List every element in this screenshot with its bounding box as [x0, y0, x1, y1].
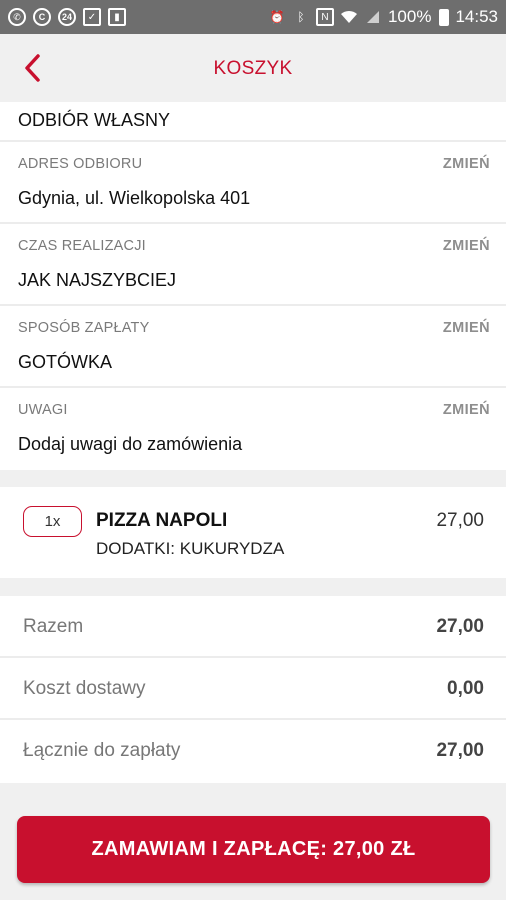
signal-icon	[364, 8, 382, 26]
grand-total-row: Łącznie do zapłaty 27,00	[0, 720, 506, 782]
delivery-cost-value: 0,00	[447, 678, 484, 699]
delivery-cost-label: Koszt dostawy	[23, 678, 146, 699]
subtotal-label: Razem	[23, 616, 84, 637]
totals-section: Razem 27,00 Koszt dostawy 0,00 Łącznie d…	[0, 596, 506, 783]
subtotal-row: Razem 27,00	[0, 596, 506, 658]
payment-value: GOTÓWKA	[18, 352, 112, 372]
24-icon: 24	[58, 8, 76, 26]
status-icons-right: ⏰ ᛒ N 100% 14:53	[268, 7, 498, 27]
item-extras: DODATKI: KUKURYDZA	[96, 539, 285, 558]
status-bar: ✆ C 24 ✓ ▮ ⏰ ᛒ N 100% 14:53	[0, 0, 506, 34]
whatsapp-icon: ✆	[8, 8, 26, 26]
status-icons-left: ✆ C 24 ✓ ▮	[8, 8, 126, 26]
change-time-button[interactable]: ZMIEŃ	[443, 238, 490, 254]
payment-row[interactable]: SPOSÓB ZAPŁATY ZMIEŃ GOTÓWKA	[0, 306, 506, 388]
item-name: PIZZA NAPOLI	[96, 510, 228, 531]
circle-c-icon: C	[33, 8, 51, 26]
checklist-icon: ✓	[83, 8, 101, 26]
battery-icon	[439, 8, 450, 26]
battery-percent: 100%	[387, 7, 432, 26]
address-label: ADRES ODBIORU	[18, 156, 143, 172]
clock: 14:53	[455, 7, 498, 26]
time-value: JAK NAJSZYBCIEJ	[18, 270, 177, 290]
time-row[interactable]: CZAS REALIZACJI ZMIEŃ JAK NAJSZYBCIEJ	[0, 224, 506, 306]
time-label: CZAS REALIZACJI	[18, 238, 146, 254]
page-title: KOSZYK	[213, 58, 293, 79]
item-price: 27,00	[436, 510, 484, 531]
address-row[interactable]: ADRES ODBIORU ZMIEŃ Gdynia, ul. Wielkopo…	[0, 142, 506, 224]
alarm-icon: ⏰	[269, 10, 285, 24]
quantity-badge[interactable]: 1x	[23, 506, 82, 537]
address-value: Gdynia, ul. Wielkopolska 401	[18, 188, 251, 208]
wifi-icon	[340, 8, 358, 26]
delivery-method-value: ODBIÓR WŁASNY	[18, 110, 171, 130]
subtotal-value: 27,00	[436, 616, 484, 637]
pickup-details-section: ODBIÓR WŁASNY ADRES ODBIORU ZMIEŃ Gdynia…	[0, 102, 506, 470]
payment-label: SPOSÓB ZAPŁATY	[18, 320, 150, 336]
change-payment-button[interactable]: ZMIEŃ	[443, 320, 490, 336]
notes-value: Dodaj uwagi do zamówienia	[18, 434, 243, 454]
notes-row[interactable]: UWAGI ZMIEŃ Dodaj uwagi do zamówienia	[0, 388, 506, 470]
nfc-icon: N	[315, 8, 334, 26]
place-order-button[interactable]: ZAMAWIAM I ZAPŁACĘ: 27,00 ZŁ	[17, 816, 490, 883]
change-notes-button[interactable]: ZMIEŃ	[443, 402, 490, 418]
cart-item[interactable]: 1x PIZZA NAPOLI DODATKI: KUKURYDZA 27,00	[0, 487, 506, 578]
delivery-cost-row: Koszt dostawy 0,00	[0, 658, 506, 720]
battery-saver-icon: ▮	[108, 8, 126, 26]
change-address-button[interactable]: ZMIEŃ	[443, 156, 490, 172]
notes-label: UWAGI	[18, 402, 68, 418]
grand-total-label: Łącznie do zapłaty	[23, 740, 181, 761]
delivery-method-row[interactable]: ODBIÓR WŁASNY	[0, 102, 506, 142]
grand-total-value: 27,00	[436, 740, 484, 761]
app-header: KOSZYK	[0, 34, 506, 102]
bluetooth-icon: ᛒ	[297, 10, 305, 24]
